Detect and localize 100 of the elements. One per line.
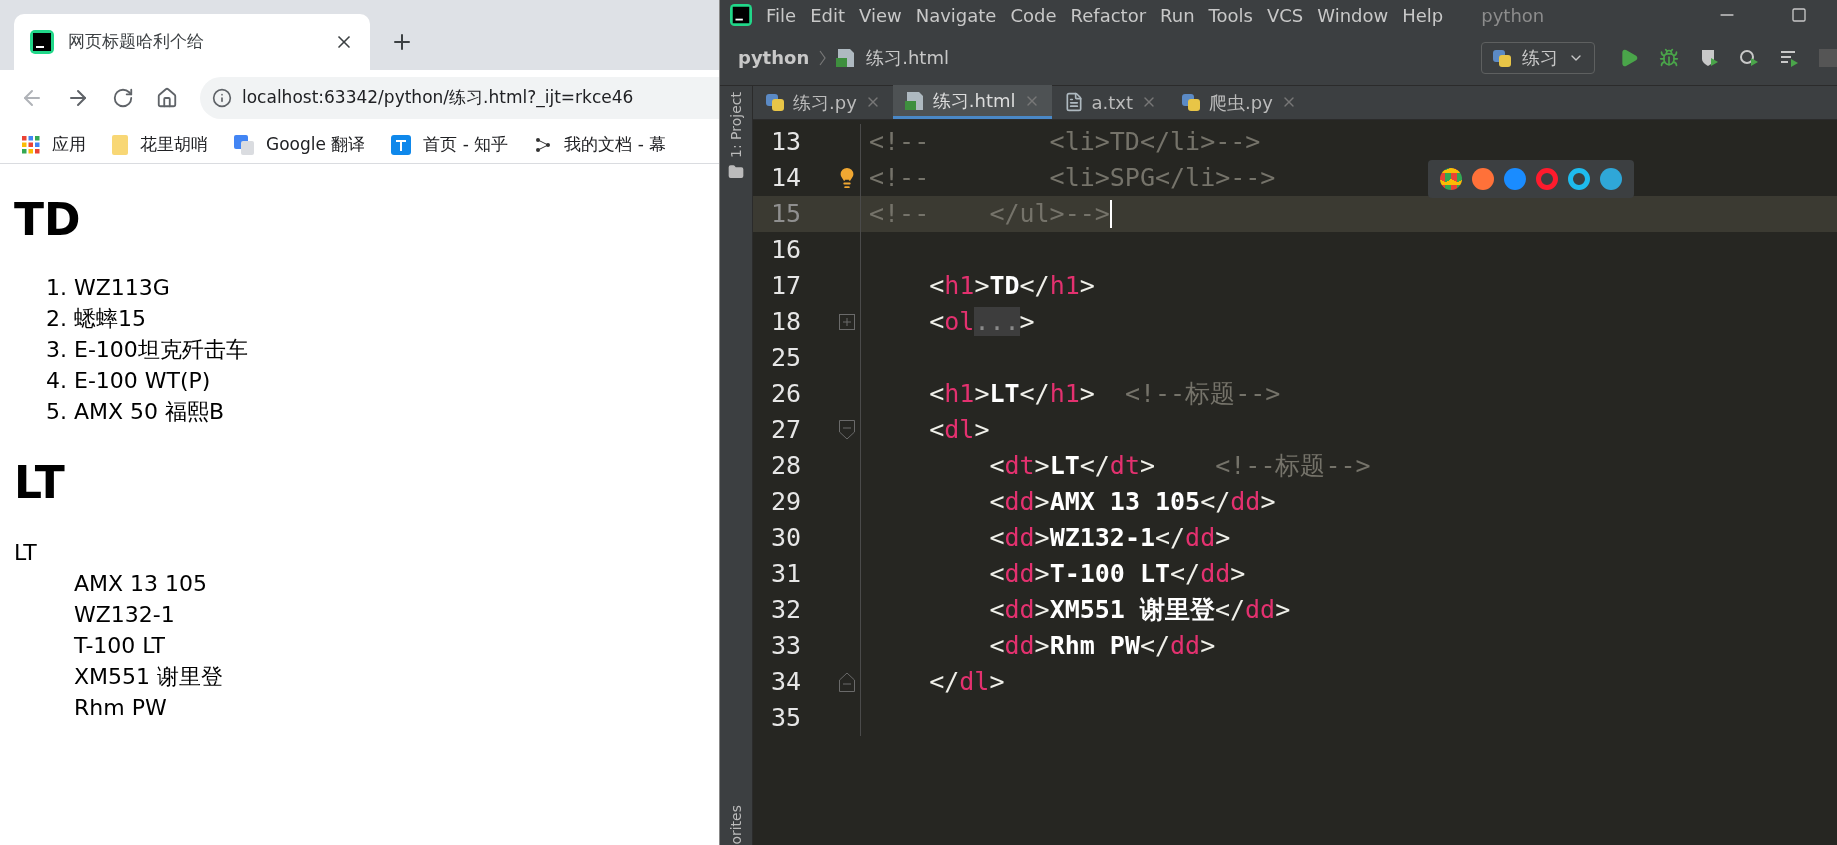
definition-item: XM551 谢里登 (74, 663, 225, 691)
profiler-icon[interactable] (1739, 47, 1759, 68)
code-line: <!-- <li>SPG</li>--> (869, 162, 1276, 195)
collapse-fold-icon[interactable] (838, 672, 855, 692)
info-icon (212, 88, 232, 108)
folder-icon (112, 134, 128, 155)
opera-logo-icon[interactable] (1536, 168, 1558, 190)
line-number: 31 (770, 558, 803, 591)
reload-icon[interactable] (112, 87, 134, 109)
code-line: </dl> (928, 666, 1005, 699)
run-config-dropdown[interactable]: 练习 (1481, 41, 1595, 74)
page-heading: LT (14, 456, 66, 510)
chevron-icon (819, 49, 827, 66)
list-item: 4. E-100 WT(P) (46, 367, 212, 395)
definition-item: WZ132-1 (74, 601, 176, 629)
menu-item[interactable]: Code (1010, 1, 1057, 29)
code-line: <ol...> (928, 306, 1035, 339)
menu-item[interactable]: VCS (1266, 1, 1304, 29)
editor-tab[interactable]: 练习.html (892, 85, 1052, 119)
menu-item[interactable]: Window (1317, 1, 1389, 29)
python-file-icon (1181, 92, 1202, 112)
line-number: 33 (770, 630, 803, 663)
editor-tab[interactable]: 爬虫.py (1169, 85, 1309, 119)
line-number: 32 (770, 594, 803, 627)
definition-item: T-100 LT (74, 632, 166, 660)
code-line: <dt>LT</dt> <!--标题--> (988, 450, 1371, 483)
ie-logo-icon[interactable] (1568, 168, 1590, 190)
menu-item[interactable]: Edit (810, 1, 845, 29)
bookmark[interactable]: Google 翻译 (234, 131, 366, 158)
line-number: 18 (770, 306, 803, 339)
shield-icon[interactable] (1699, 47, 1719, 68)
folder-icon (728, 164, 744, 180)
line-number: 17 (770, 270, 803, 303)
code-line: <dl> (928, 414, 990, 447)
menu-item[interactable]: Help (1402, 1, 1444, 29)
list-item: 5. AMX 50 福熙B (46, 398, 226, 426)
breadcrumb-item[interactable]: python (738, 44, 810, 71)
address-bar[interactable]: localhost:63342/python/练习.html?_ijt=rkce46 (200, 77, 719, 119)
compass-icon[interactable] (1504, 168, 1526, 190)
line-number: 30 (770, 522, 803, 555)
line-number: 26 (770, 378, 803, 411)
list-item: 3. E-100坦克歼击车 (46, 336, 249, 364)
page-heading: TD (14, 193, 82, 247)
code-line: <dd>XM551 谢里登</dd> (988, 594, 1291, 627)
line-number: 35 (770, 702, 803, 735)
line-number: 28 (770, 450, 803, 483)
html-file-icon (904, 90, 925, 111)
text-cursor (1109, 200, 1112, 228)
line-number: 14 (770, 162, 803, 195)
bookmark[interactable]: 花里胡哨 (112, 131, 208, 158)
python-file-icon (1492, 47, 1512, 68)
code-line: <dd>T-100 LT</dd> (988, 558, 1246, 591)
line-number: 25 (770, 342, 803, 375)
firefox-logo-icon[interactable] (1472, 168, 1494, 190)
menu-item[interactable]: View (859, 1, 902, 29)
code-line: <dd>WZ132-1</dd> (988, 522, 1231, 555)
list-item: 2. 蟋蟀15 (46, 305, 147, 333)
app-logo-icon (391, 134, 412, 155)
debug-icon[interactable] (1659, 47, 1679, 68)
bookmark[interactable]: 应用 (22, 131, 86, 158)
code-line: <dd>Rhm PW</dd> (988, 630, 1216, 663)
html-file-icon (836, 47, 857, 68)
code-line: <h1>TD</h1> (928, 270, 1095, 303)
definition-term: LT (14, 539, 38, 567)
menu-item[interactable]: Tools (1208, 1, 1253, 29)
definition-item: AMX 13 105 (74, 570, 209, 598)
collapse-fold-icon[interactable] (838, 420, 855, 440)
line-number: 34 (770, 666, 803, 699)
bookmark[interactable]: 我的文档 - 幕 (534, 131, 667, 158)
python-file-icon (765, 92, 785, 112)
definition-item: Rhm PW (74, 694, 168, 722)
code-line: <h1>LT</h1> <!--标题--> (928, 378, 1281, 411)
project-title: python (1481, 3, 1545, 28)
menu-item[interactable]: Refactor (1070, 1, 1147, 29)
run-icon[interactable] (1619, 47, 1639, 68)
code-line: <!-- </ul>--> (869, 198, 1110, 231)
app-logo-icon (730, 4, 752, 26)
menu-item[interactable]: Navigate (915, 1, 997, 29)
edge-logo-icon[interactable] (1600, 168, 1622, 190)
line-number: 27 (770, 414, 803, 447)
browser-tab[interactable]: 网页标题哈利个给 (14, 14, 370, 70)
menu-item[interactable]: File (766, 1, 797, 29)
translate-icon (234, 134, 254, 155)
editor-tab[interactable]: a.txt (1051, 85, 1170, 119)
apps-grid-icon (22, 135, 40, 154)
favorites-panel-label[interactable]: orites (725, 805, 747, 845)
maximize-icon[interactable] (1791, 7, 1807, 23)
line-number: 29 (770, 486, 803, 519)
line-number: 13 (770, 126, 803, 159)
app-logo-icon (30, 30, 54, 54)
bookmark[interactable]: 首页 - 知乎 (391, 131, 509, 158)
expand-fold-icon[interactable] (838, 314, 855, 330)
project-panel-label[interactable]: 1: Project (725, 92, 747, 158)
menu-item[interactable]: Run (1160, 1, 1195, 29)
code-line: <dd>AMX 13 105</dd> (988, 486, 1276, 519)
tab-title: 网页标题哈利个给 (68, 30, 205, 54)
editor-tab[interactable]: 练习.py (753, 85, 893, 119)
home-icon[interactable] (156, 87, 178, 109)
chrome-logo-icon[interactable] (1440, 168, 1462, 190)
breadcrumb-item[interactable]: 练习.html (866, 44, 949, 71)
